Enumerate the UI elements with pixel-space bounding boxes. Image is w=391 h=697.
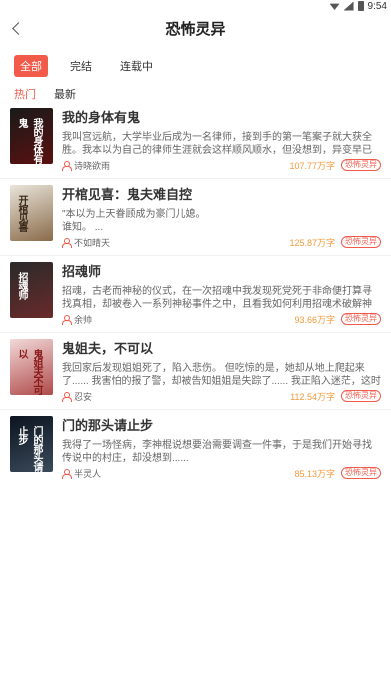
book-item[interactable]: 招魂师 招魂师 招魂，古老而神秘的仪式，在一次招魂中我发现死党死于非命便打算寻找… [0,256,391,333]
author-icon [62,237,72,248]
word-count: 112.54万字 [290,391,335,402]
signal-icon [343,1,354,11]
header: 恐怖灵异 [0,12,391,44]
genre-tag: 恐怖灵异 [341,390,381,402]
book-cover[interactable]: 开棺见喜 [10,185,53,241]
word-count: 125.87万字 [289,237,335,248]
status-icons: 9:54 [329,0,387,12]
book-info: 门的那头请止步 我得了一场怪病，李神棍说想要治需要调查一件事，于是我们开始寻找传… [62,418,381,465]
sort-newest[interactable]: 最新 [54,86,76,102]
cover-title: 开棺见喜 [16,195,27,231]
author-icon [62,314,72,325]
book-item[interactable]: 开棺见喜 开棺见喜：鬼夫难自控 "本以为上天眷顾成为豪门儿媳。 谁知。 ... … [0,179,391,256]
word-count: 85.13万字 [294,468,335,479]
page-title: 恐怖灵异 [165,20,226,38]
book-meta: 诗晓欲雨 107.77万字 恐怖灵异 [62,159,381,171]
book-description: 我得了一场怪病，李神棍说想要治需要调查一件事，于是我们开始寻找传说中的村庄，却没… [62,440,372,464]
book-cover[interactable]: 招魂师 [10,262,53,318]
book-item[interactable]: 我的身体有鬼 我的身体有鬼 我叫宫远航，大学毕业后成为一名律师，接到手的第一笔案… [0,102,391,179]
filter-finished[interactable]: 完结 [64,55,98,77]
book-meta: 不如晴天 125.87万字 恐怖灵异 [62,236,381,248]
genre-tag: 恐怖灵异 [341,467,381,479]
word-count: 107.77万字 [289,160,335,171]
sort-tabs: 热门 最新 [0,86,391,102]
book-cover[interactable]: 我的身体有鬼 [10,108,53,164]
book-cover[interactable]: 鬼姐夫不可以 [10,339,53,395]
book-info: 我的身体有鬼 我叫宫远航，大学毕业后成为一名律师，接到手的第一笔案子就大获全胜。… [62,110,381,157]
cover-title: 门的那头请止步 [16,426,42,471]
book-info: 开棺见喜：鬼夫难自控 "本以为上天眷顾成为豪门儿媳。 谁知。 ... [62,187,381,234]
book-meta: 余帅 93.66万字 恐怖灵异 [62,313,381,325]
status-bar: 9:54 [0,0,391,12]
book-description: 我叫宫远航，大学毕业后成为一名律师，接到手的第一笔案子就大获全胜。我本以为自己的… [62,132,372,156]
filter-all[interactable]: 全部 [14,55,48,77]
genre-tag: 恐怖灵异 [341,236,381,248]
book-title[interactable]: 开棺见喜：鬼夫难自控 [62,187,381,203]
book-item[interactable]: 门的那头请止步 门的那头请止步 我得了一场怪病，李神棍说想要治需要调查一件事，于… [0,410,391,487]
wifi-icon [329,3,340,10]
cover-title: 我的身体有鬼 [16,118,42,163]
book-info: 招魂师 招魂，古老而神秘的仪式，在一次招魂中我发现死党死于非命便打算寻找真相，却… [62,264,381,311]
word-count: 93.66万字 [294,314,335,325]
cover-title: 招魂师 [16,272,27,299]
book-title[interactable]: 鬼姐夫，不可以 [62,341,381,357]
book-item[interactable]: 鬼姐夫不可以 鬼姐夫，不可以 我回家后发现姐姐死了，陷入悲伤。 但吃惊的是，她却… [0,333,391,410]
book-info: 鬼姐夫，不可以 我回家后发现姐姐死了，陷入悲伤。 但吃惊的是，她却从地上爬起来了… [62,341,381,388]
book-description: 我回家后发现姐姐死了，陷入悲伤。 但吃惊的是，她却从地上爬起来了...... 我… [62,363,381,387]
book-author: 忍安 [74,391,93,402]
book-description: "本以为上天眷顾成为豪门儿媳。 谁知。 ... [62,209,206,233]
book-cover[interactable]: 门的那头请止步 [10,416,53,472]
cover-title: 鬼姐夫不可以 [16,349,42,394]
chevron-left-icon [11,21,25,35]
status-time: 9:54 [367,0,387,12]
book-author: 诗晓欲雨 [74,160,111,171]
author-icon [62,160,72,171]
book-description: 招魂，古老而神秘的仪式，在一次招魂中我发现死党死于非命便打算寻找真相，却被卷入一… [62,286,372,310]
book-title[interactable]: 招魂师 [62,264,381,280]
filter-ongoing[interactable]: 连载中 [114,55,159,77]
genre-tag: 恐怖灵异 [341,313,381,325]
book-meta: 半灵人 85.13万字 恐怖灵异 [62,467,381,479]
genre-tag: 恐怖灵异 [341,159,381,171]
author-icon [62,468,72,479]
book-author: 余帅 [74,314,93,325]
battery-icon [357,1,364,11]
book-author: 半灵人 [74,468,102,479]
book-meta: 忍安 112.54万字 恐怖灵异 [62,390,381,402]
status-filter: 全部 完结 连载中 [0,55,391,77]
book-title[interactable]: 我的身体有鬼 [62,110,381,126]
book-title[interactable]: 门的那头请止步 [62,418,381,434]
book-list: 我的身体有鬼 我的身体有鬼 我叫宫远航，大学毕业后成为一名律师，接到手的第一笔案… [0,102,391,487]
back-button[interactable] [6,18,26,38]
sort-hot[interactable]: 热门 [14,86,36,102]
book-author: 不如晴天 [74,237,111,248]
author-icon [62,391,72,402]
